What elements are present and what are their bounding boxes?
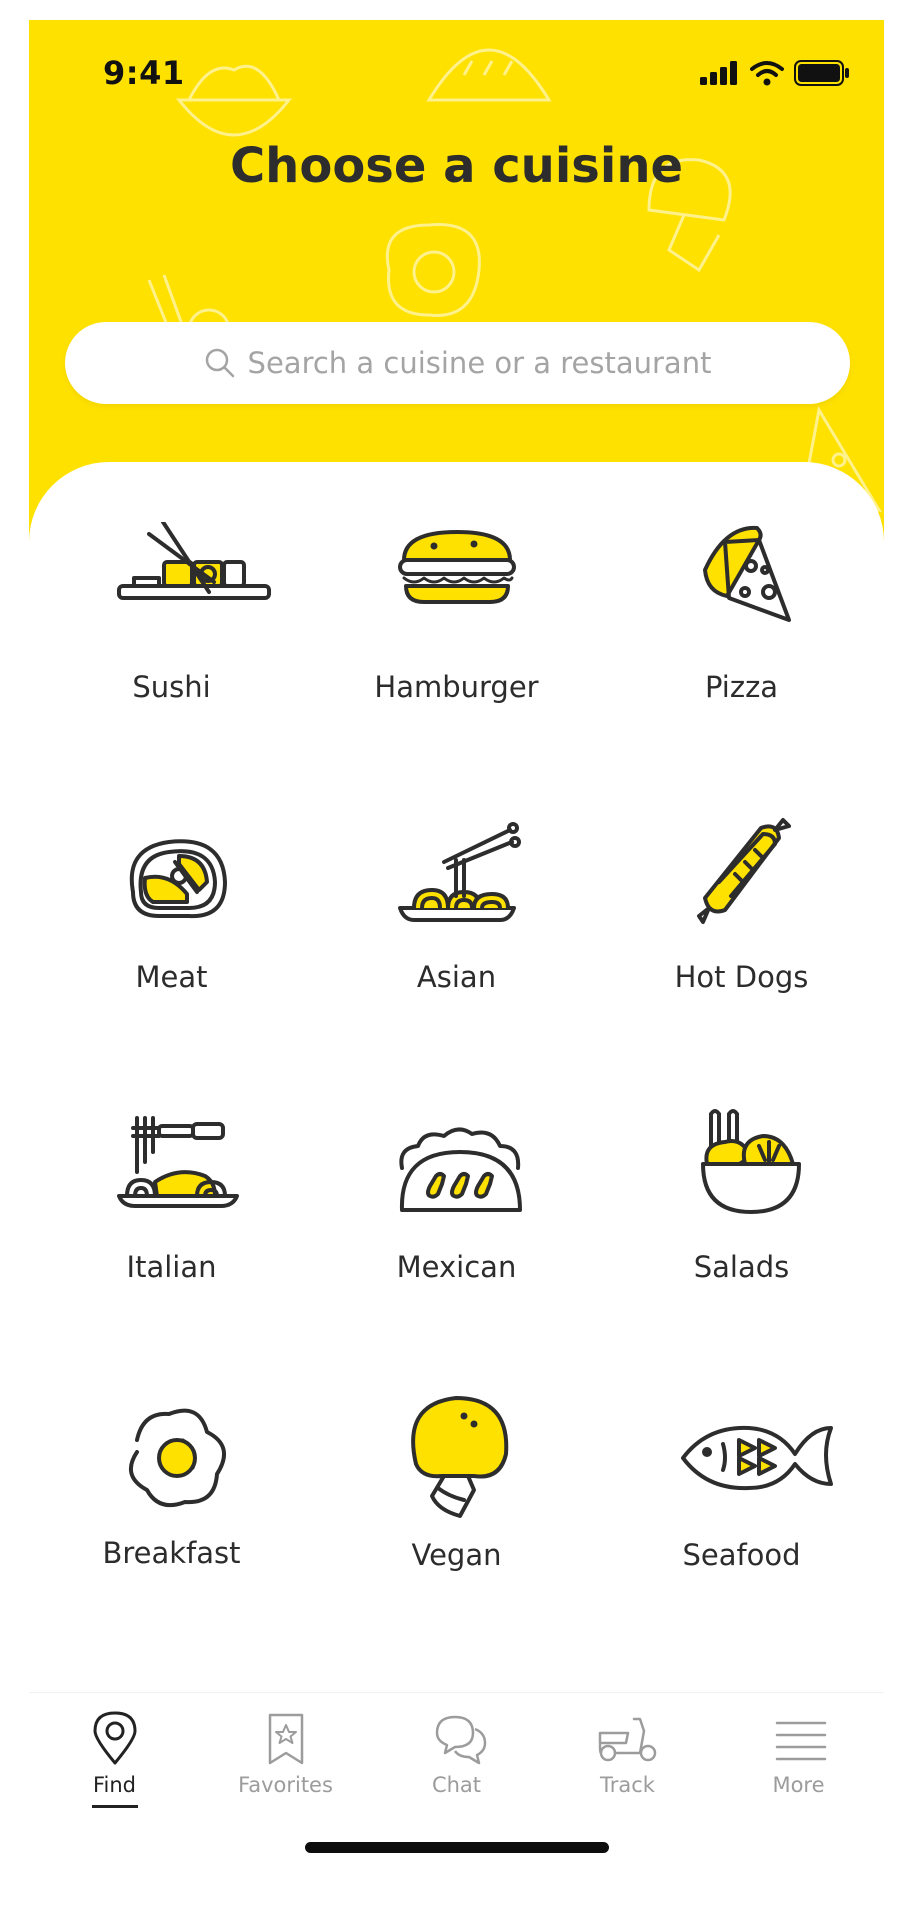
search-placeholder: Search a cuisine or a restaurant [247,346,712,380]
battery-icon [794,60,849,86]
bookmark-star-icon [268,1713,304,1765]
cuisine-meat[interactable]: Meat [29,812,314,1102]
cuisine-breakfast[interactable]: Breakfast [29,1392,314,1682]
wifi-icon [750,61,784,86]
cuisine-label: Hamburger [374,670,539,704]
tab-find[interactable]: Find [29,1693,200,1813]
tab-more[interactable]: More [713,1693,884,1813]
egg-doodle-icon [385,223,481,317]
cuisine-hamburger[interactable]: Hamburger [314,522,599,812]
cuisine-label: Hot Dogs [674,960,809,994]
cuisine-label: Mexican [396,1250,517,1284]
cuisine-label: Meat [135,960,208,994]
cuisine-label: Seafood [682,1538,801,1572]
map-pin-icon [93,1711,137,1765]
tab-label: Chat [431,1773,482,1797]
pizza-icon [703,525,791,622]
tab-track[interactable]: Track [542,1693,713,1813]
spaghetti-icon [117,1116,239,1208]
salad-bowl-icon [701,1109,801,1214]
cuisine-seafood[interactable]: Seafood [599,1392,884,1682]
status-icons [700,60,850,86]
mushroom-icon [411,1396,509,1518]
cuisine-label: Vegan [411,1538,502,1572]
tab-label: More [772,1773,825,1797]
search-input[interactable]: Search a cuisine or a restaurant [65,322,850,404]
app-screen: 9:41 Choose a cuisine Search a cuisine o… [29,20,884,1878]
tab-label: Favorites [238,1773,333,1797]
cellular-signal-icon [700,61,737,85]
cuisine-pizza[interactable]: Pizza [599,522,884,812]
cuisine-label: Salads [693,1250,790,1284]
menu-lines-icon [775,1721,827,1761]
cuisine-grid: Sushi Hamburger Pizza Meat Asian Hot Dog… [29,462,884,1712]
fried-egg-icon [128,1408,227,1507]
cuisine-label: Sushi [132,670,211,704]
cuisine-label: Italian [126,1250,217,1284]
cuisine-italian[interactable]: Italian [29,1102,314,1392]
sushi-icon [117,522,271,600]
tab-label: Track [600,1773,655,1797]
sausage-icon [697,818,791,924]
hamburger-icon [398,530,516,604]
active-tab-indicator [92,1805,138,1808]
noodles-icon [398,822,521,922]
cuisine-asian[interactable]: Asian [314,812,599,1102]
page-title: Choose a cuisine [229,138,684,194]
status-time: 9:41 [103,54,185,92]
cuisine-vegan[interactable]: Vegan [314,1392,599,1682]
tab-chat[interactable]: Chat [371,1693,542,1813]
cuisine-label: Breakfast [102,1536,241,1570]
cuisine-sushi[interactable]: Sushi [29,522,314,812]
chat-bubbles-icon [435,1715,487,1765]
cuisine-label: Pizza [704,670,779,704]
taco-icon [399,1127,522,1212]
cuisine-label: Asian [416,960,497,994]
cuisine-hot-dogs[interactable]: Hot Dogs [599,812,884,1102]
cuisine-mexican[interactable]: Mexican [314,1102,599,1392]
tab-label: Find [92,1773,137,1797]
search-icon [205,348,234,378]
fish-icon [681,1425,833,1491]
cuisine-salads[interactable]: Salads [599,1102,884,1392]
scooter-icon [598,1717,657,1762]
tab-favorites[interactable]: Favorites [200,1693,371,1813]
steak-icon [129,839,227,919]
status-bar: 9:41 [29,20,884,108]
home-indicator[interactable] [305,1842,609,1853]
